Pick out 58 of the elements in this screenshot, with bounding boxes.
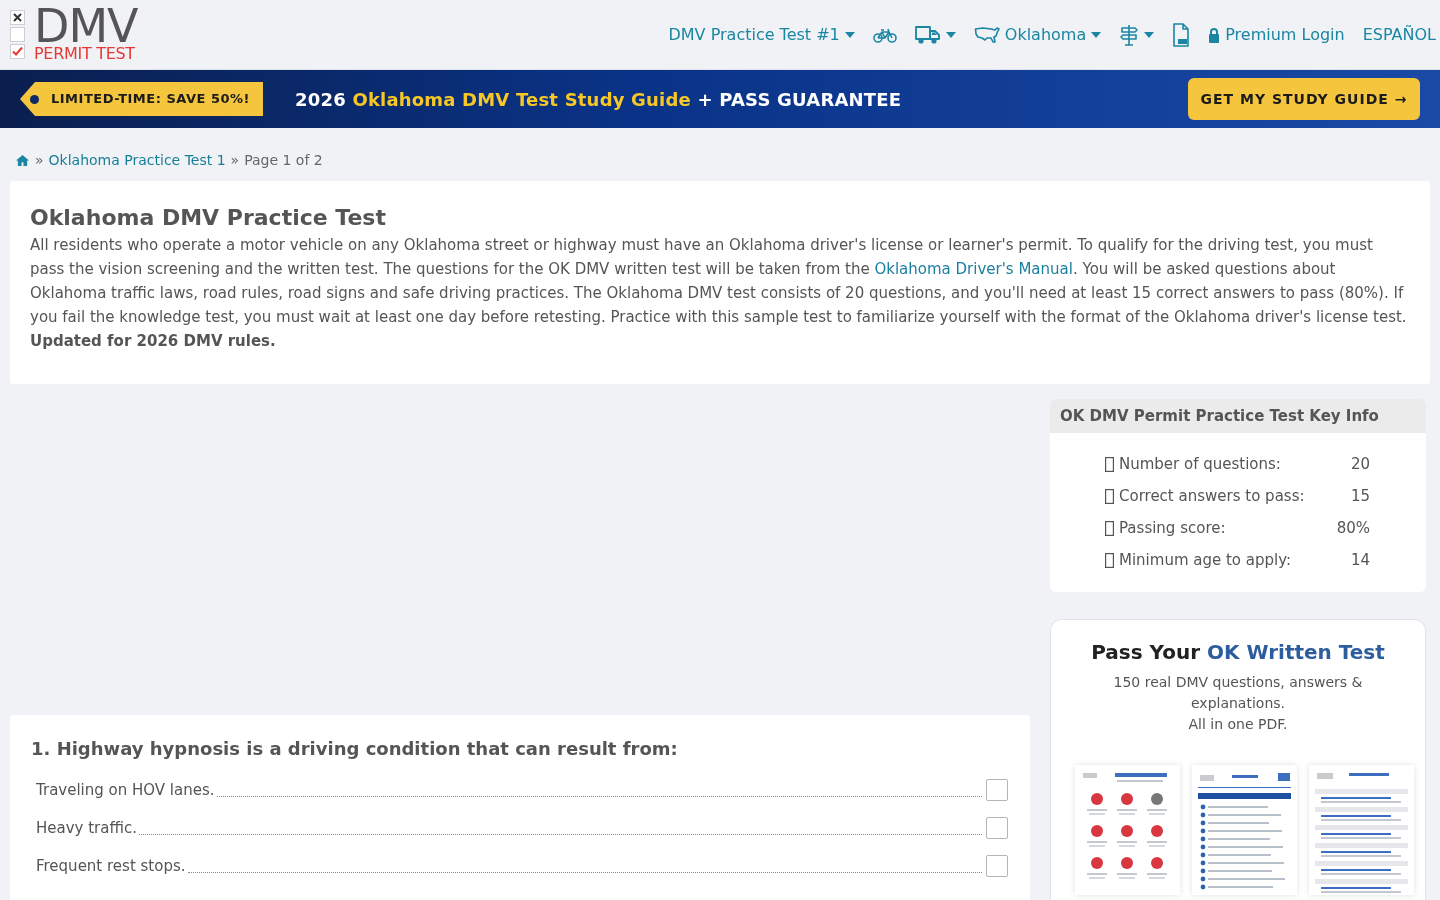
- pdf-file-icon: [1172, 22, 1191, 47]
- intro-paragraph: All residents who operate a motor vehicle on any Oklahoma street or highway must have an Oklahoma driver's license or learner's permit. To qualify for the driving test, you must pass the vision screening and the written test. The questions for the OK DMV written test will be taken from the Oklahoma Driver's Manual. You will be asked questions about Oklahoma traffic laws, road rules, road signs and safe driving practices. The Oklahoma DMV test consists of 20 questions, and you'll need at least 15 correct answers to pass (80%). If you fail the knowledge test, you must wait at least one day before retesting. Practice with this sample test to familiarize yourself with the format of the Oklahoma driver's license test.: [30, 235, 1408, 328]
- breadcrumb-current: Page 1 of 2: [244, 151, 323, 170]
- info-label: Passing score:: [1119, 517, 1226, 539]
- dot-icon: [30, 94, 39, 104]
- caret-icon: [1091, 31, 1102, 38]
- nav-link[interactable]: Premium Login: [1208, 23, 1345, 46]
- updated-note: Updated for 2026 DMV rules.: [30, 331, 277, 352]
- glyph-box-icon: [1105, 552, 1114, 568]
- answer-option: Traveling on HOV lanes.: [36, 778, 215, 802]
- promo-title: Pass Your OK Written Test: [1090, 639, 1386, 666]
- truck-icon: [914, 24, 941, 45]
- caret-icon: [844, 31, 855, 38]
- x-mark-box-icon: [10, 10, 25, 25]
- nav-icon-link[interactable]: [872, 26, 897, 43]
- promo-description: 150 real DMV questions, answers & explanations. All in one PDF.: [1112, 673, 1364, 734]
- nav-dropdown[interactable]: Oklahoma: [973, 23, 1102, 46]
- glyph-box-icon: [1105, 520, 1114, 536]
- answer-option: Frequent rest stops.: [36, 854, 186, 878]
- logo-title: DMV: [34, 6, 138, 45]
- info-label: Number of questions:: [1119, 453, 1281, 475]
- empty-box-icon: [10, 27, 25, 42]
- nav-dropdown[interactable]: DMV Practice Test #1: [668, 23, 855, 46]
- nav-icon-dropdown[interactable]: [914, 24, 956, 45]
- map-outline-icon: [973, 25, 1000, 44]
- banner-headline: 2026 Oklahoma DMV Test Study Guide + PASS GUARANTEE: [295, 87, 902, 112]
- nav-link[interactable]: ESPAÑOL: [1362, 23, 1436, 46]
- bicycle-icon: [872, 26, 897, 43]
- nav-icon-dropdown[interactable]: [1119, 23, 1155, 46]
- nav-icon-link[interactable]: [1172, 22, 1191, 47]
- answer-checkbox[interactable]: [986, 779, 1008, 801]
- info-value: 14: [1350, 549, 1370, 571]
- lock-icon: [1208, 26, 1221, 43]
- info-value: 80%: [1336, 517, 1370, 539]
- info-label: Correct answers to pass:: [1119, 485, 1305, 507]
- info-label: Minimum age to apply:: [1119, 549, 1292, 571]
- info-value: 20: [1350, 453, 1370, 475]
- home-icon[interactable]: [15, 153, 30, 167]
- glyph-box-icon: [1105, 456, 1114, 472]
- breadcrumb-link[interactable]: Oklahoma Practice Test 1: [48, 150, 226, 170]
- answer-option: Heavy traffic.: [36, 816, 137, 840]
- info-value: 15: [1350, 485, 1370, 507]
- caret-icon: [1144, 31, 1155, 38]
- question-text: 1. Highway hypnosis is a driving condition that can result from:: [31, 737, 679, 761]
- key-info-title: OK DMV Permit Practice Test Key Info: [1050, 399, 1426, 433]
- signpost-icon: [1119, 23, 1140, 46]
- glyph-box-icon: [1105, 488, 1114, 504]
- checkmark-box-icon: [10, 44, 25, 59]
- manual-link[interactable]: Oklahoma Driver's Manual: [874, 260, 1073, 278]
- logo-subtitle: PERMIT TEST: [34, 44, 136, 63]
- answer-checkbox[interactable]: [986, 817, 1008, 839]
- answer-checkbox[interactable]: [986, 855, 1008, 877]
- breadcrumb-separator: »: [35, 151, 44, 170]
- caret-icon: [945, 31, 956, 38]
- breadcrumb-separator: »: [230, 151, 240, 170]
- sale-tag: LIMITED-TIME: SAVE 50%!: [20, 82, 263, 116]
- page-title: Oklahoma DMV Practice Test: [30, 204, 387, 232]
- study-guide-button[interactable]: GET MY STUDY GUIDE →: [1188, 78, 1420, 120]
